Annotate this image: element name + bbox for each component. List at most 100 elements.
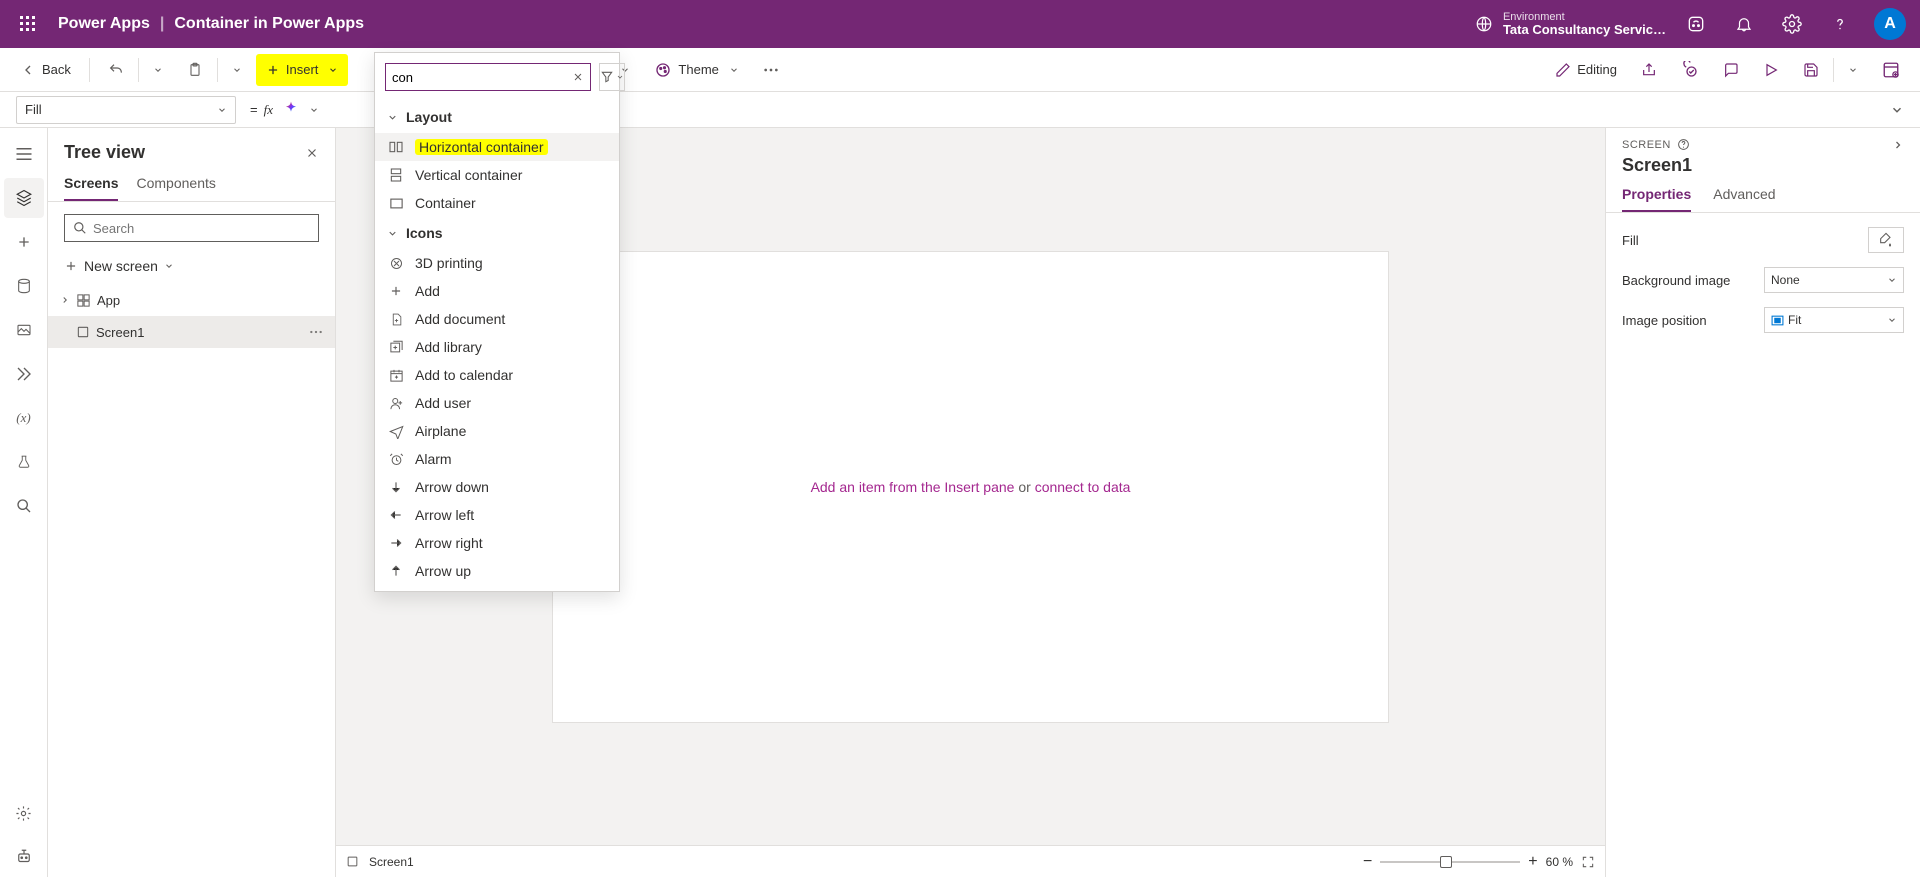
page-name: Container in Power Apps (174, 15, 364, 33)
rail-data[interactable] (4, 266, 44, 306)
insert-item-arrow-up[interactable]: Arrow up (375, 557, 619, 585)
properties-panel: SCREEN Screen1 Properties Advanced Fill … (1605, 128, 1920, 877)
more-icon[interactable] (309, 330, 323, 334)
property-value: Fill (25, 102, 42, 117)
comments-button[interactable] (1713, 54, 1749, 86)
insert-item-vertical-container[interactable]: Vertical container (375, 161, 619, 189)
zoom-out-button[interactable]: − (1363, 853, 1372, 871)
avatar[interactable]: A (1874, 8, 1906, 40)
undo-button[interactable] (98, 54, 134, 86)
tree-item-app[interactable]: App (48, 284, 335, 316)
insert-item-add-library[interactable]: Add library (375, 333, 619, 361)
rail-media[interactable] (4, 310, 44, 350)
prop-fill-label: Fill (1622, 233, 1639, 248)
prop-bgimage-select[interactable]: None (1764, 267, 1904, 293)
insert-item-horizontal-container[interactable]: Horizontal container (375, 133, 619, 161)
insert-item-airplane[interactable]: Airplane (375, 417, 619, 445)
insert-button[interactable]: Insert (256, 54, 349, 86)
waffle-icon[interactable] (4, 0, 52, 48)
insert-search-input[interactable] (392, 70, 568, 85)
editing-label: Editing (1577, 62, 1617, 77)
rail-hamburger[interactable] (4, 134, 44, 174)
insert-item-arrow-down[interactable]: Arrow down (375, 473, 619, 501)
insert-item-arrow-left[interactable]: Arrow left (375, 501, 619, 529)
canvas-link-data[interactable]: connect to data (1035, 479, 1131, 495)
tree-item-screen1[interactable]: Screen1 (48, 316, 335, 348)
tab-screens[interactable]: Screens (64, 175, 118, 201)
insert-item-add-document[interactable]: Add document (375, 305, 619, 333)
arrow-up-icon (387, 564, 405, 578)
formula-expand[interactable] (1890, 103, 1904, 117)
undo-more[interactable] (143, 54, 173, 86)
help-icon[interactable] (1816, 0, 1864, 48)
property-selector[interactable]: Fill (16, 96, 236, 124)
notifications-icon[interactable] (1720, 0, 1768, 48)
rail-insert[interactable] (4, 222, 44, 262)
formula-copilot-icon[interactable] (281, 100, 301, 120)
tab-components[interactable]: Components (136, 175, 215, 201)
prop-bgimage-label: Background image (1622, 273, 1730, 288)
fill-color-picker[interactable] (1868, 227, 1904, 253)
app-checker-button[interactable] (1671, 54, 1709, 86)
close-icon[interactable] (305, 146, 319, 160)
insert-category-icons[interactable]: Icons (375, 217, 619, 249)
props-expand[interactable] (1892, 139, 1904, 151)
fx-label: fx (264, 102, 273, 118)
rail-tests[interactable] (4, 442, 44, 482)
clear-icon[interactable] (572, 71, 584, 83)
help-icon[interactable] (1677, 138, 1690, 151)
insert-item-3d-printing[interactable]: 3D printing (375, 249, 619, 277)
save-more[interactable] (1838, 54, 1868, 86)
rail-settings[interactable] (4, 793, 44, 833)
back-button[interactable]: Back (10, 54, 81, 86)
zoom-in-button[interactable]: + (1528, 853, 1537, 871)
share-button[interactable] (1631, 54, 1667, 86)
insert-item-alarm[interactable]: Alarm (375, 445, 619, 473)
theme-button[interactable]: Theme (644, 54, 748, 86)
tree-search[interactable] (64, 214, 319, 242)
rail-search[interactable] (4, 486, 44, 526)
paste-more[interactable] (222, 54, 252, 86)
rail-virtual-agent[interactable] (4, 837, 44, 877)
rail-variables[interactable]: (x) (4, 398, 44, 438)
canvas-link-insert[interactable]: Add an item from the Insert pane (811, 479, 1015, 495)
horizontal-container-icon (387, 140, 405, 154)
chevron-down-icon (387, 228, 398, 239)
paste-button[interactable] (177, 54, 213, 86)
insert-category-label: Icons (406, 225, 443, 241)
preview-button[interactable] (1753, 54, 1789, 86)
prop-imgpos-select[interactable]: Fit (1764, 307, 1904, 333)
insert-item-container[interactable]: Container (375, 189, 619, 217)
tab-advanced[interactable]: Advanced (1713, 186, 1775, 212)
canvas[interactable]: Add an item from the Insert pane or conn… (553, 252, 1388, 722)
insert-filter[interactable] (599, 63, 625, 91)
env-label: Environment (1503, 11, 1666, 23)
tree-search-input[interactable] (93, 221, 310, 236)
rail-power-automate[interactable] (4, 354, 44, 394)
overflow-button[interactable] (753, 54, 789, 86)
fit-icon[interactable] (1581, 855, 1595, 869)
arrow-down-icon (387, 480, 405, 494)
screen-icon (346, 855, 359, 868)
insert-item-add-calendar[interactable]: Add to calendar (375, 361, 619, 389)
copilot-icon[interactable] (1672, 0, 1720, 48)
settings-icon[interactable] (1768, 0, 1816, 48)
left-rail: (x) (0, 128, 48, 877)
rail-tree-view[interactable] (4, 178, 44, 218)
editing-mode[interactable]: Editing (1545, 54, 1627, 86)
insert-item-add-user[interactable]: Add user (375, 389, 619, 417)
insert-item-arrow-right[interactable]: Arrow right (375, 529, 619, 557)
insert-search[interactable] (385, 63, 591, 91)
insert-item-add[interactable]: Add (375, 277, 619, 305)
tab-properties[interactable]: Properties (1622, 186, 1691, 212)
save-button[interactable] (1793, 54, 1829, 86)
container-icon (387, 197, 405, 210)
zoom-slider[interactable] (1380, 861, 1520, 863)
formula-more-icon[interactable] (309, 105, 319, 115)
insert-item-label: Airplane (415, 423, 466, 439)
new-screen-button[interactable]: New screen (48, 254, 335, 284)
add-document-icon (387, 312, 405, 327)
insert-category-layout[interactable]: Layout (375, 101, 619, 133)
environment-picker[interactable]: Environment Tata Consultancy Servic… (1475, 11, 1666, 37)
publish-button[interactable] (1872, 54, 1910, 86)
